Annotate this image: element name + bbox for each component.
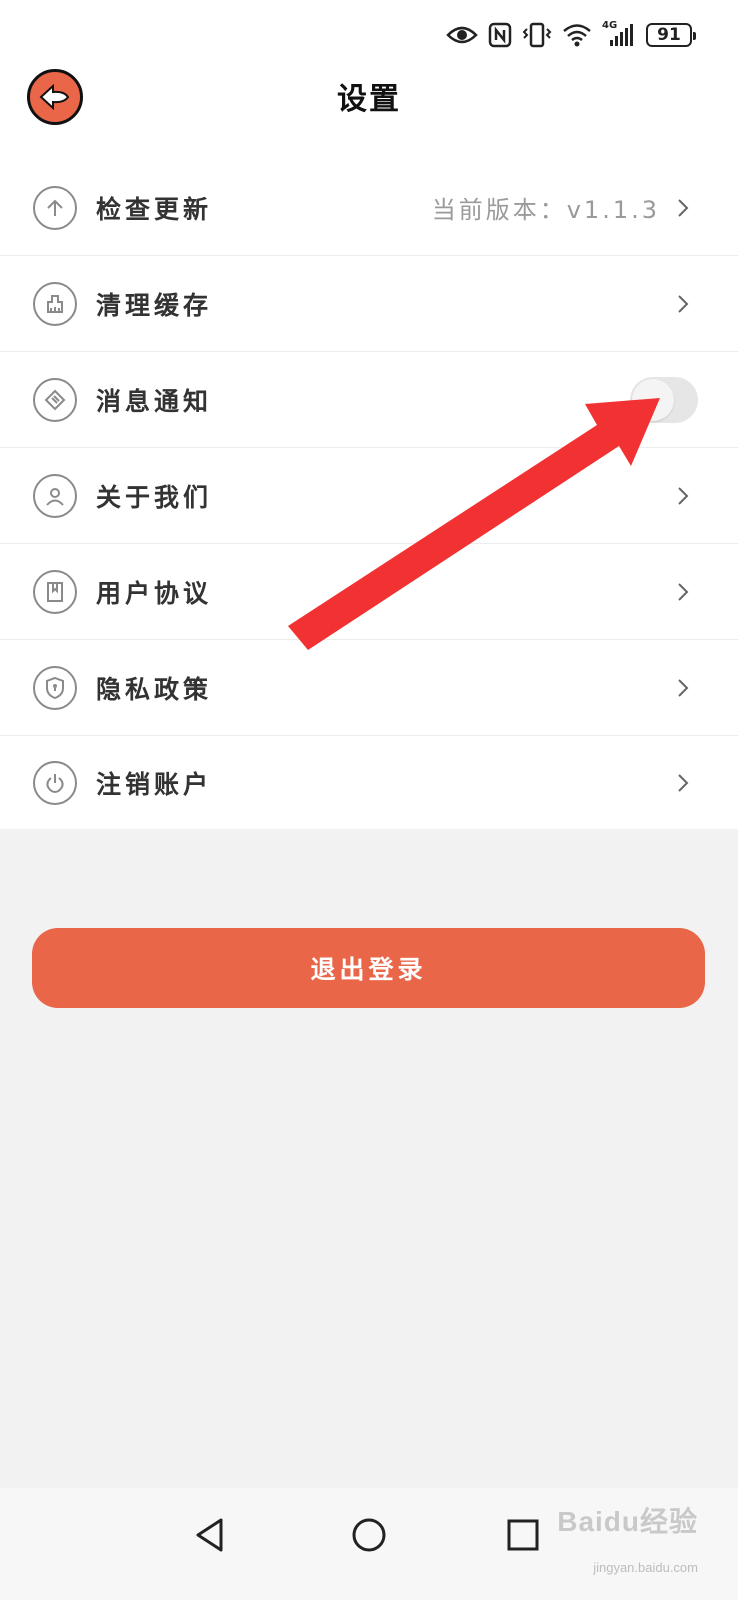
logout-button[interactable]: 退出登录 bbox=[32, 928, 705, 1008]
settings-item-label: 消息通知 bbox=[96, 386, 213, 416]
eye-icon bbox=[446, 26, 478, 44]
settings-item-clear-cache[interactable]: 清理缓存 bbox=[0, 256, 738, 352]
chevron-right-icon bbox=[678, 678, 689, 697]
chevron-right-icon bbox=[678, 294, 689, 313]
back-triangle-icon bbox=[196, 1518, 223, 1552]
nav-home-button[interactable] bbox=[344, 1510, 394, 1560]
recents-square-icon bbox=[507, 1519, 539, 1551]
status-bar: 4G 91 bbox=[446, 18, 696, 52]
nav-recents-button[interactable] bbox=[498, 1510, 548, 1560]
broom-icon bbox=[33, 281, 77, 326]
home-circle-icon bbox=[352, 1518, 386, 1552]
settings-item-about-us[interactable]: 关于我们 bbox=[0, 448, 738, 544]
power-icon bbox=[33, 760, 77, 805]
chevron-right-icon bbox=[678, 773, 689, 792]
nfc-icon bbox=[488, 22, 512, 48]
message-icon bbox=[33, 377, 77, 422]
toggle-knob bbox=[632, 378, 674, 421]
settings-item-check-update[interactable]: 检查更新 当前版本：v1.1.3 bbox=[0, 160, 738, 256]
battery-level: 91 bbox=[657, 25, 681, 45]
watermark-logo: Baidu经验 bbox=[557, 1506, 698, 1537]
page-title: 设置 bbox=[337, 82, 401, 117]
chevron-right-icon bbox=[678, 582, 689, 601]
user-icon bbox=[33, 473, 77, 518]
arrow-up-icon bbox=[33, 185, 77, 230]
wifi-icon bbox=[563, 24, 591, 47]
settings-item-privacy-policy[interactable]: 隐私政策 bbox=[0, 640, 738, 736]
chevron-right-icon bbox=[678, 486, 689, 505]
settings-item-label: 注销账户 bbox=[96, 769, 213, 799]
version-value: 当前版本：v1.1.3 bbox=[431, 196, 660, 224]
settings-item-label: 用户协议 bbox=[96, 578, 213, 608]
settings-item-label: 隐私政策 bbox=[96, 674, 213, 704]
vibrate-icon bbox=[522, 22, 552, 48]
logout-label: 退出登录 bbox=[310, 955, 427, 984]
settings-item-user-agreement[interactable]: 用户协议 bbox=[0, 544, 738, 640]
settings-item-delete-account[interactable]: 注销账户 bbox=[0, 736, 738, 829]
settings-item-label: 检查更新 bbox=[96, 194, 213, 224]
settings-list: 检查更新 当前版本：v1.1.3 清理缓存 消息通知 关于我们 用户协议 隐私政… bbox=[0, 160, 738, 829]
watermark-url: jingyan.baidu.com bbox=[593, 1560, 698, 1575]
notifications-toggle[interactable] bbox=[630, 376, 698, 423]
chevron-right-icon bbox=[678, 198, 689, 217]
nav-back-button[interactable] bbox=[185, 1510, 235, 1560]
settings-item-label: 关于我们 bbox=[96, 482, 213, 512]
document-icon bbox=[33, 569, 77, 614]
settings-item-label: 清理缓存 bbox=[96, 290, 213, 320]
shield-icon bbox=[33, 665, 77, 710]
battery-icon: 91 bbox=[646, 23, 696, 47]
header-area: 4G 91 设置 bbox=[0, 0, 738, 160]
signal-indicator: 4G bbox=[602, 20, 636, 48]
signal-icon bbox=[610, 24, 633, 46]
settings-item-notifications: 消息通知 bbox=[0, 352, 738, 448]
